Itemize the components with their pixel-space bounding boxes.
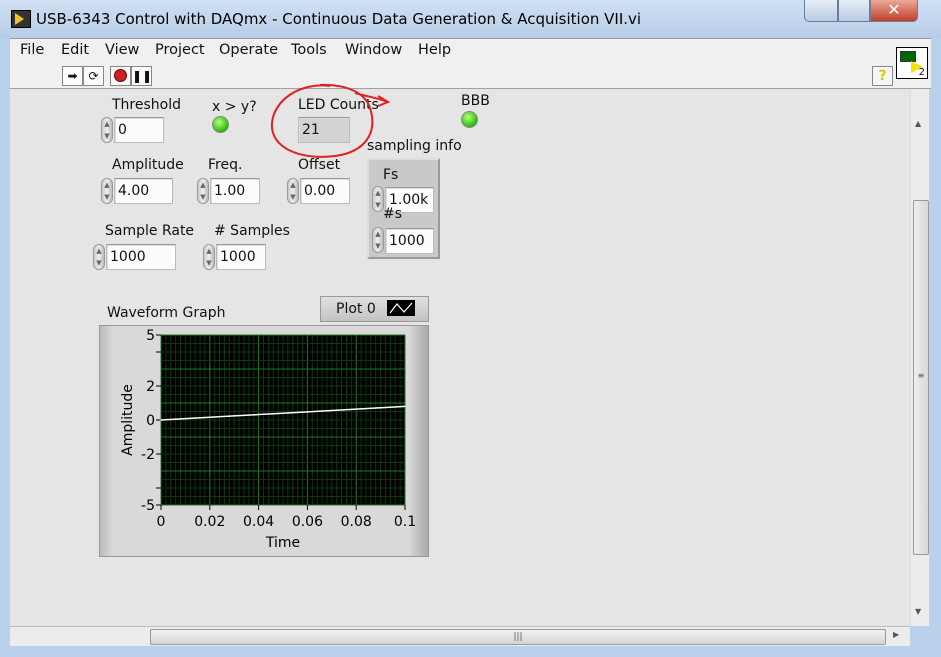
data-point bbox=[209, 416, 211, 418]
data-point bbox=[233, 415, 235, 417]
x-tick-label: 0.08 bbox=[341, 514, 372, 530]
ns-input[interactable]: 1000 bbox=[385, 228, 434, 254]
offset-input[interactable]: 0.00 bbox=[300, 178, 350, 204]
horizontal-scrollbar[interactable]: ||| ▶ bbox=[10, 626, 910, 646]
ns-spinner[interactable]: ▲ ▼ bbox=[372, 227, 384, 253]
scroll-right-arrow[interactable]: ▶ bbox=[893, 630, 899, 639]
data-point bbox=[258, 413, 260, 416]
vertical-scroll-thumb[interactable]: ≡ bbox=[913, 200, 929, 555]
plot-legend[interactable]: Plot 0 bbox=[320, 296, 429, 322]
data-point bbox=[331, 409, 333, 412]
num-samples-input[interactable]: 1000 bbox=[216, 244, 266, 270]
close-button[interactable]: ✕ bbox=[870, 0, 918, 22]
freq-spinner[interactable]: ▲ ▼ bbox=[197, 178, 209, 204]
data-point bbox=[355, 408, 357, 410]
threshold-input[interactable]: 0 bbox=[114, 117, 164, 143]
plot-legend-name: Plot 0 bbox=[336, 301, 376, 317]
sample-rate-label: Sample Rate bbox=[105, 223, 195, 239]
ns-label: #s bbox=[383, 206, 403, 222]
context-help-button[interactable]: ? bbox=[872, 66, 893, 86]
menu-bar: File Edit View Project Operate Tools Win… bbox=[10, 38, 931, 63]
menu-operate[interactable]: Operate bbox=[219, 42, 278, 58]
vi-icon[interactable]: 2 bbox=[896, 47, 928, 79]
data-point bbox=[380, 407, 382, 409]
x-tick-label: 0.1 bbox=[394, 514, 416, 530]
data-point bbox=[404, 405, 406, 407]
menu-project[interactable]: Project bbox=[155, 42, 205, 58]
x-axis-label: Time bbox=[265, 535, 300, 551]
offset-spinner[interactable]: ▲ ▼ bbox=[287, 178, 299, 204]
menu-edit[interactable]: Edit bbox=[61, 42, 89, 58]
comparison-led-label: x > y? bbox=[212, 99, 257, 115]
x-tick-label: 0 bbox=[157, 514, 166, 530]
vi-icon-number: 2 bbox=[918, 67, 925, 78]
y-tick-label: 0 bbox=[146, 413, 155, 429]
freq-label: Freq. bbox=[208, 157, 243, 173]
menu-help[interactable]: Help bbox=[418, 42, 451, 58]
menu-window[interactable]: Window bbox=[345, 42, 402, 58]
graph-label: Waveform Graph bbox=[107, 305, 226, 321]
y-tick-label: 2 bbox=[146, 379, 155, 395]
data-point bbox=[184, 418, 186, 420]
horizontal-scroll-thumb[interactable]: ||| bbox=[150, 629, 886, 645]
bbb-led-label: BBB bbox=[461, 93, 490, 109]
menu-file[interactable]: File bbox=[20, 42, 44, 58]
y-tick-label: -2 bbox=[141, 447, 155, 463]
run-continuously-icon[interactable]: ⟳ bbox=[83, 66, 104, 86]
window-title: USB-6343 Control with DAQmx - Continuous… bbox=[36, 10, 642, 28]
run-icon[interactable]: ➡ bbox=[62, 66, 83, 86]
amplitude-input[interactable]: 4.00 bbox=[114, 178, 173, 204]
y-axis-label: Amplitude bbox=[120, 384, 136, 456]
labview-app-icon bbox=[11, 10, 31, 28]
amplitude-spinner[interactable]: ▲ ▼ bbox=[101, 178, 113, 204]
pause-icon[interactable]: ❚❚ bbox=[131, 66, 152, 86]
num-samples-spinner[interactable]: ▲ ▼ bbox=[203, 244, 215, 270]
data-point bbox=[282, 412, 284, 414]
threshold-label: Threshold bbox=[112, 97, 181, 113]
maximize-button[interactable] bbox=[838, 0, 870, 22]
x-tick-label: 0.06 bbox=[292, 514, 323, 530]
scroll-up-arrow[interactable]: ▲ bbox=[915, 119, 921, 128]
y-tick-label: -5 bbox=[141, 498, 155, 514]
y-tick-label: 5 bbox=[146, 328, 155, 344]
plot-line-style-icon bbox=[387, 300, 415, 316]
waveform-chart: 0 0.02 0.04 0.06 0.08 0.1 5 2 0 -2 -5 Time Amplitude bbox=[120, 328, 416, 551]
menu-view[interactable]: View bbox=[105, 42, 139, 58]
bbb-led[interactable] bbox=[461, 111, 478, 128]
data-point bbox=[306, 411, 308, 413]
abort-icon[interactable] bbox=[110, 66, 131, 86]
sample-rate-spinner[interactable]: ▲ ▼ bbox=[93, 244, 105, 270]
x-tick-label: 0.04 bbox=[243, 514, 274, 530]
amplitude-label: Amplitude bbox=[112, 157, 184, 173]
minimize-button[interactable] bbox=[804, 0, 838, 22]
red-annotation-circle bbox=[270, 83, 391, 158]
num-samples-label: # Samples bbox=[214, 223, 290, 239]
x-tick-label: 0.02 bbox=[194, 514, 225, 530]
comparison-led[interactable] bbox=[212, 116, 229, 133]
threshold-spinner[interactable]: ▲ ▼ bbox=[101, 117, 113, 143]
vertical-scrollbar[interactable]: ▲ ≡ ▼ bbox=[910, 89, 929, 626]
data-point bbox=[160, 419, 162, 421]
freq-input[interactable]: 1.00 bbox=[210, 178, 260, 204]
menu-tools[interactable]: Tools bbox=[291, 42, 327, 58]
toolbar: ➡ ⟳ ❚❚ bbox=[10, 63, 931, 89]
sample-rate-input[interactable]: 1000 bbox=[106, 244, 176, 270]
scroll-down-arrow[interactable]: ▼ bbox=[915, 607, 921, 616]
